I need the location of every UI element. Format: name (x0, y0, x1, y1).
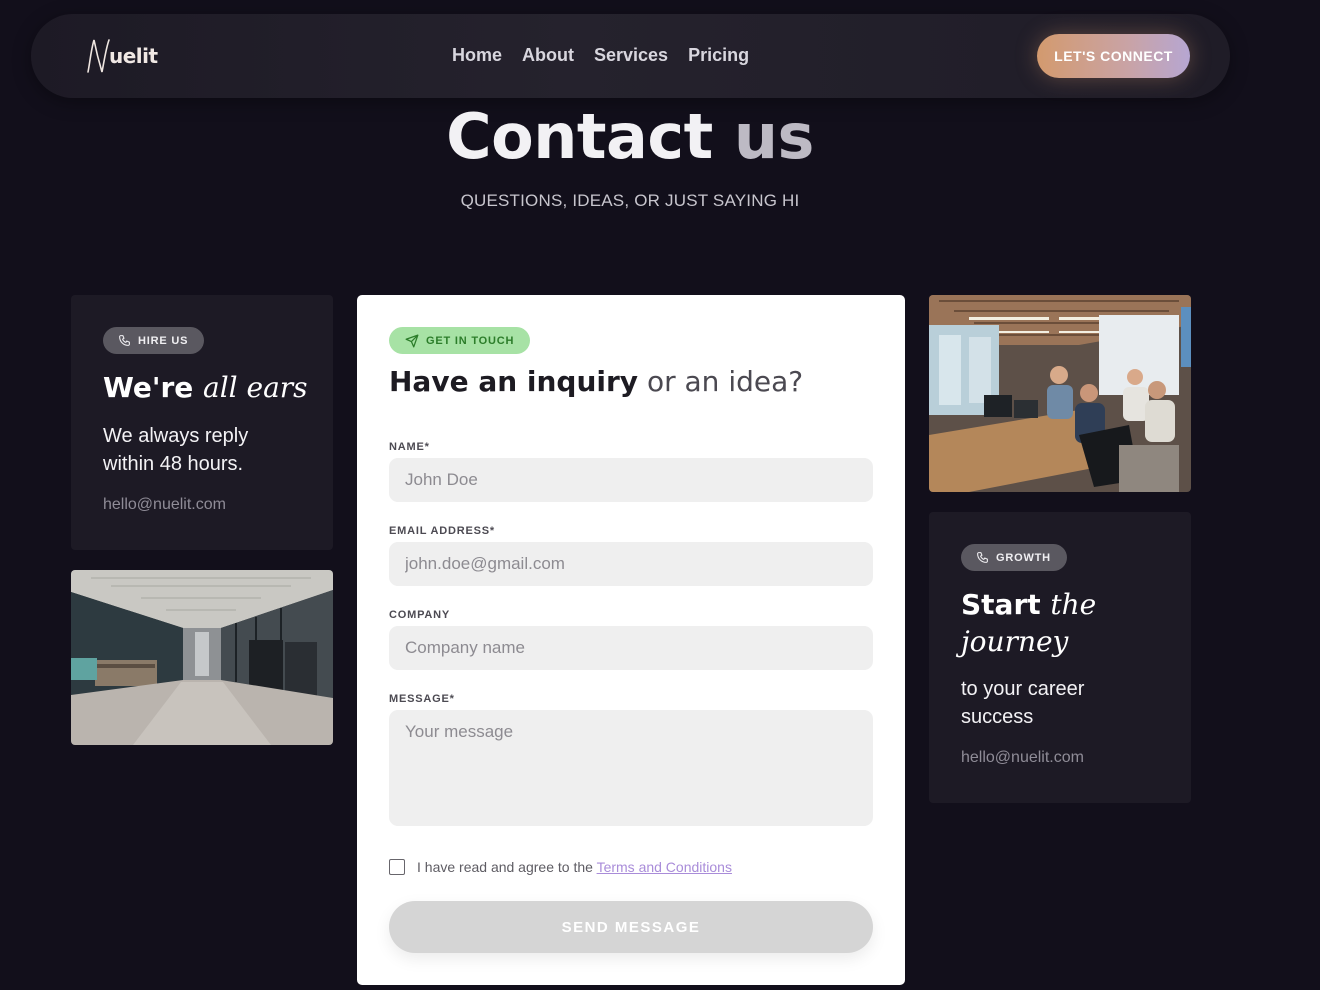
phone-icon (119, 335, 130, 346)
company-field[interactable] (389, 626, 873, 670)
growth-heading: Start the journey (961, 586, 1096, 660)
growth-heading-italic-1: the (1050, 588, 1097, 621)
email-label: EMAIL ADDRESS* (389, 525, 495, 537)
logo[interactable]: uelit (85, 36, 158, 76)
top-nav: uelit Home About Services Pricing LET'S … (31, 14, 1230, 98)
hire-us-body-line1: We always reply (103, 425, 249, 447)
get-in-touch-tag: GET IN TOUCH (389, 327, 531, 354)
nav-links: Home About Services Pricing (452, 45, 749, 66)
hire-us-body: We always reply within 48 hours. (103, 422, 248, 478)
send-icon (405, 334, 419, 347)
growth-badge: GROWTH (961, 544, 1067, 571)
growth-body: to your career success (961, 675, 1084, 731)
growth-body-line2: success (961, 706, 1034, 728)
page-title: Contact us (0, 100, 1260, 173)
growth-heading-plain: Start (961, 588, 1041, 621)
terms-checkbox[interactable] (389, 859, 405, 875)
name-label: NAME* (389, 441, 430, 453)
lets-connect-button[interactable]: LET'S CONNECT (1037, 34, 1190, 78)
name-field[interactable] (389, 458, 873, 502)
send-message-button[interactable]: SEND MESSAGE (389, 901, 873, 953)
terms-agreement: I have read and agree to the Terms and C… (389, 859, 732, 875)
email-field[interactable] (389, 542, 873, 586)
page-title-word2: us (733, 100, 815, 173)
nav-link-about[interactable]: About (522, 45, 574, 66)
form-title-light: or an idea? (646, 365, 804, 398)
agree-text: I have read and agree to the (417, 859, 593, 875)
hire-us-heading-italic: all ears (203, 371, 308, 404)
hire-us-badge: HIRE US (103, 327, 205, 354)
nav-link-services[interactable]: Services (594, 45, 668, 66)
hire-us-email[interactable]: hello@nuelit.com (103, 496, 226, 514)
page-title-word1: Contact (446, 100, 713, 173)
team-office-photo (929, 295, 1191, 492)
message-field[interactable] (389, 710, 873, 826)
phone-icon (977, 552, 988, 563)
get-in-touch-label: GET IN TOUCH (426, 334, 515, 347)
terms-link[interactable]: Terms and Conditions (597, 859, 732, 875)
growth-card: GROWTH Start the journey to your career … (929, 512, 1191, 803)
growth-badge-label: GROWTH (996, 551, 1051, 564)
office-corridor-photo (71, 570, 333, 745)
hire-us-heading: We're all ears (103, 369, 308, 406)
growth-email[interactable]: hello@nuelit.com (961, 749, 1084, 767)
growth-heading-italic-2: journey (961, 625, 1069, 658)
hire-us-badge-label: HIRE US (138, 334, 189, 347)
hire-us-body-line2: within 48 hours. (103, 453, 244, 475)
company-label: COMPANY (389, 609, 451, 621)
form-title: Have an inquiry or an idea? (389, 365, 803, 398)
terms-agreement-text: I have read and agree to the Terms and C… (417, 859, 732, 875)
nav-link-home[interactable]: Home (452, 45, 502, 66)
logo-n-icon (87, 39, 110, 73)
form-title-bold: Have an inquiry (389, 365, 639, 398)
page-subtitle: QUESTIONS, IDEAS, OR JUST SAYING HI (460, 191, 800, 210)
logo-text: uelit (109, 44, 158, 68)
hire-us-card: HIRE US We're all ears We always reply w… (71, 295, 333, 550)
growth-body-line1: to your career (961, 678, 1085, 700)
nav-link-pricing[interactable]: Pricing (688, 45, 749, 66)
hire-us-heading-plain: We're (103, 371, 194, 404)
contact-form: GET IN TOUCH Have an inquiry or an idea?… (357, 295, 905, 985)
message-label: MESSAGE* (389, 693, 455, 705)
